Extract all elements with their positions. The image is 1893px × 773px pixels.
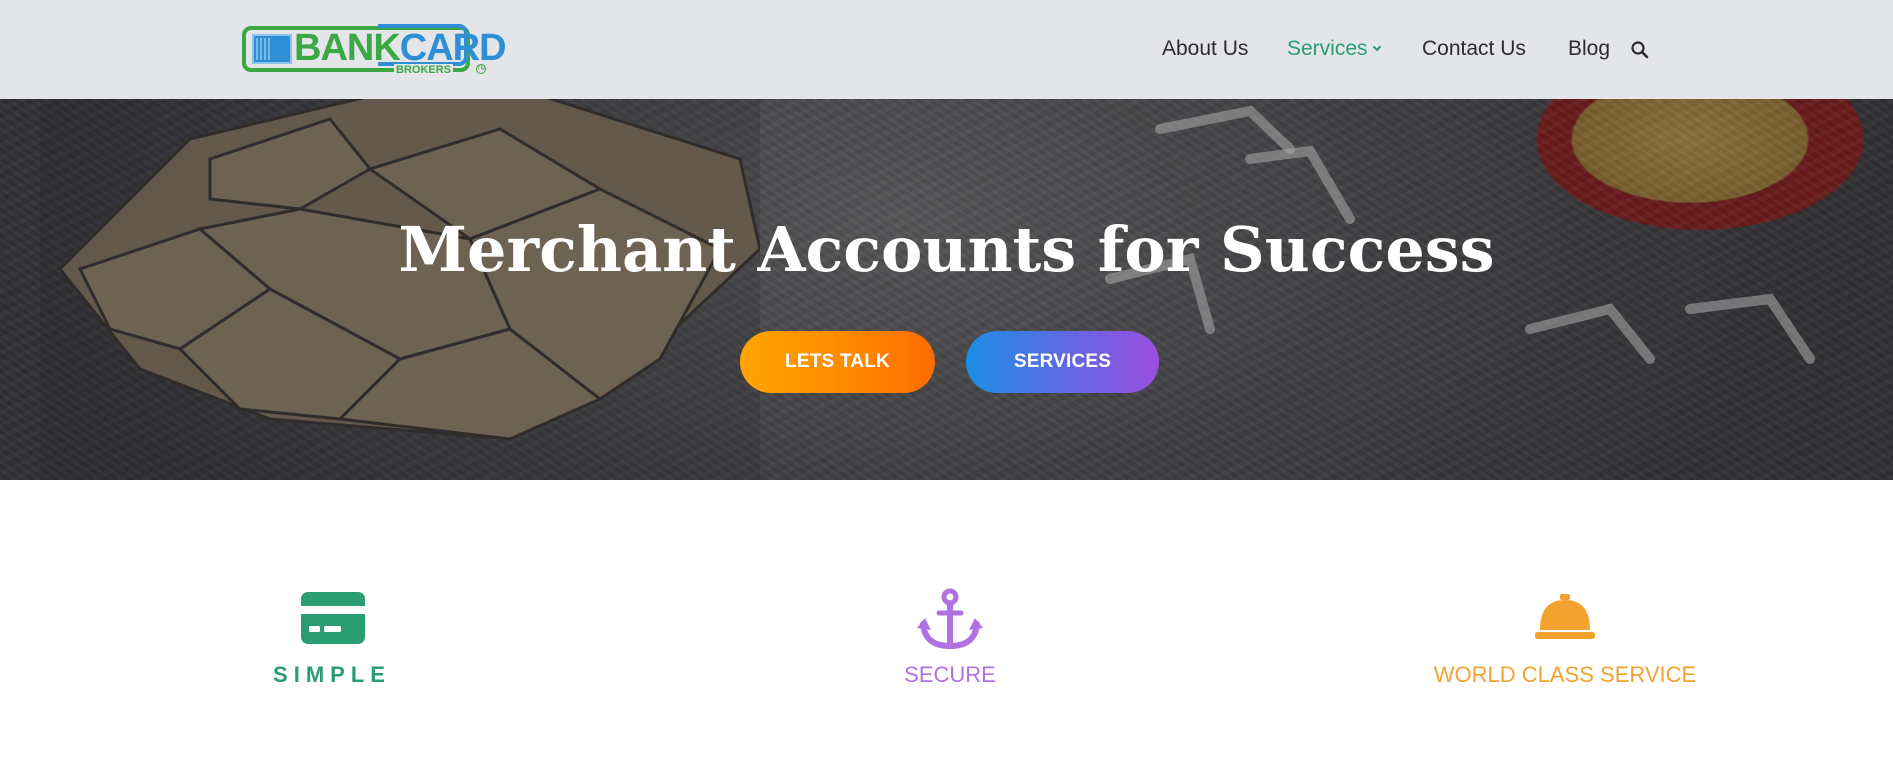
- feature-label-world-class-service: WORLD CLASS SERVICE: [1433, 662, 1697, 687]
- nav-item-services[interactable]: Services: [1287, 34, 1381, 64]
- nav-item-label: About Us: [1162, 37, 1249, 60]
- credit-card-icon: [301, 592, 365, 649]
- nav-item-blog[interactable]: Blog: [1568, 34, 1610, 64]
- main-nav: About Us Services Contact Us Blog: [0, 34, 1893, 64]
- anchor-icon: [917, 588, 983, 655]
- chevron-down-icon: [1372, 42, 1381, 52]
- service-bell-icon: [1535, 594, 1595, 645]
- hero-title: Merchant Accounts for Success: [398, 213, 1495, 286]
- feature-label-secure: SECURE: [904, 662, 996, 687]
- site-header: BANKCARD BROKERS TM About Us Services Co…: [0, 0, 1893, 99]
- logo-trademark: TM: [476, 64, 486, 74]
- services-button[interactable]: SERVICES: [966, 331, 1159, 393]
- logo-subtitle: BROKERS: [394, 64, 454, 76]
- hero-overlay: [0, 99, 1893, 480]
- search-icon[interactable]: [1630, 40, 1650, 60]
- nav-item-label: Blog: [1568, 37, 1611, 60]
- nav-item-label: Contact Us: [1422, 37, 1526, 60]
- feature-label-simple: SIMPLE: [273, 662, 391, 687]
- lets-talk-button[interactable]: LETS TALK: [740, 331, 935, 393]
- nav-item-label: Services: [1287, 37, 1368, 60]
- hero-banner: Merchant Accounts for Success LETS TALK …: [0, 99, 1893, 480]
- nav-item-about-us[interactable]: About Us: [1162, 34, 1248, 64]
- nav-item-contact-us[interactable]: Contact Us: [1422, 34, 1526, 64]
